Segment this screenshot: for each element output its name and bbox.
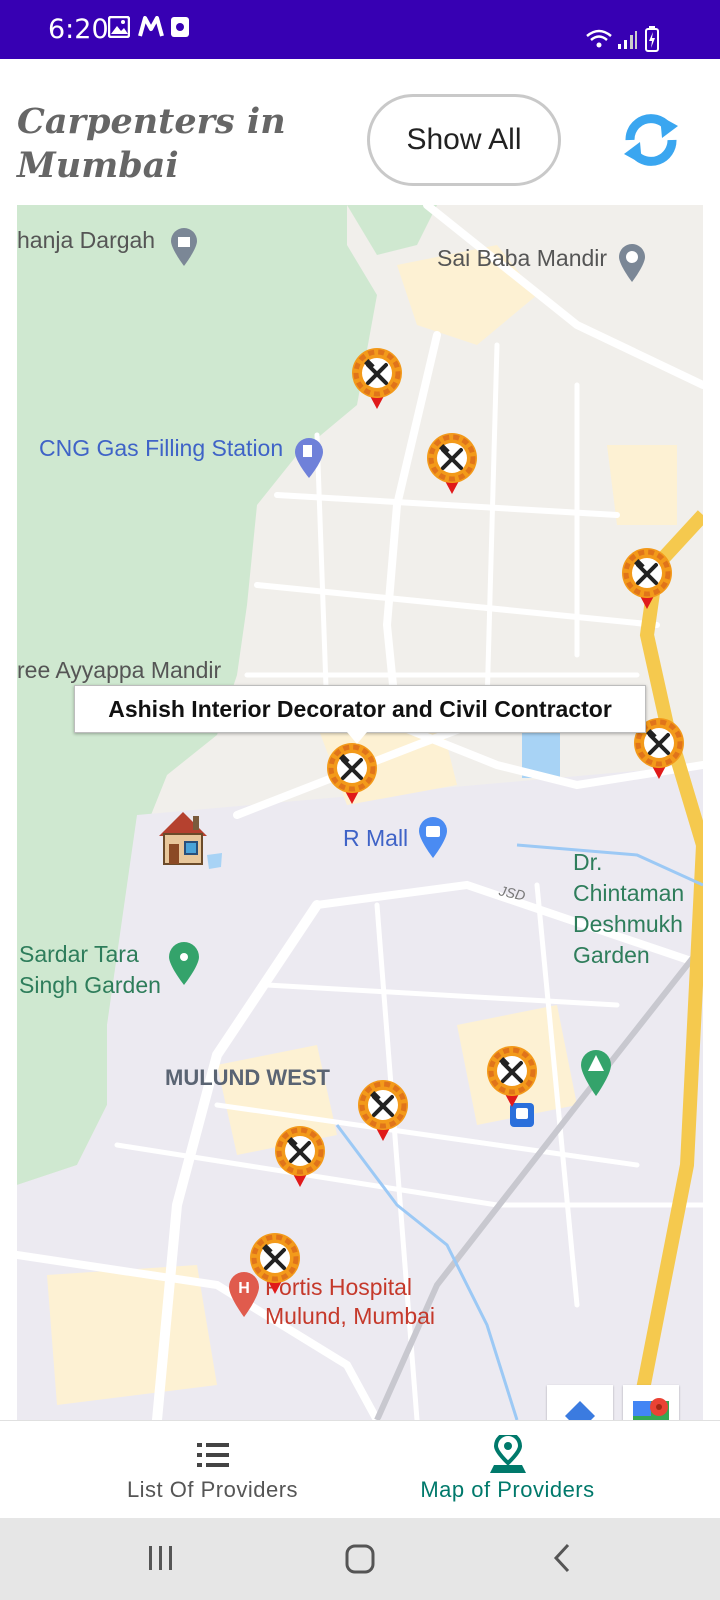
- carpenter-marker-icon[interactable]: [422, 430, 482, 496]
- map-toolbar: [547, 1385, 697, 1420]
- carpenter-marker-icon[interactable]: [270, 1123, 330, 1189]
- carpenter-marker-icon[interactable]: [245, 1230, 305, 1296]
- page-title: Carpenters in Mumbai: [17, 101, 286, 186]
- back-icon[interactable]: [550, 1540, 574, 1576]
- directions-icon: [565, 1401, 595, 1420]
- map-label-sai-baba: Sai Baba Mandir: [437, 245, 608, 271]
- map-label-sardar-garden: Sardar Tara Singh Garden: [19, 941, 161, 998]
- status-time: 6:20: [48, 14, 109, 45]
- refresh-icon[interactable]: [620, 110, 682, 170]
- park-pin-icon: [169, 942, 199, 985]
- gallery-icon: [108, 16, 130, 38]
- home-icon[interactable]: [344, 1540, 376, 1576]
- tab-list-of-providers[interactable]: List Of Providers: [90, 1421, 335, 1519]
- carpenter-marker-icon[interactable]: [482, 1043, 542, 1109]
- carpenter-marker-icon[interactable]: [322, 740, 382, 806]
- tab-map-of-providers[interactable]: Map of Providers: [385, 1421, 630, 1519]
- tab-map-label: Map of Providers: [420, 1477, 595, 1502]
- map-label-cng: CNG Gas Filling Station: [39, 435, 284, 461]
- bottom-navigation: List Of Providers Map of Providers: [0, 1420, 720, 1519]
- system-navigation-bar: [0, 1518, 720, 1600]
- gas-station-pin-icon: [295, 438, 323, 478]
- notification-app-icon: [171, 17, 189, 37]
- map-label-dargah: hanja Dargah: [17, 227, 156, 253]
- map-pin-icon: [489, 1435, 526, 1473]
- shopping-pin-icon: [419, 817, 447, 858]
- carpenter-marker-icon[interactable]: [347, 345, 407, 411]
- map-label-chintaman-garden: Dr. Chintaman Deshmukh Garden: [573, 849, 685, 968]
- show-all-button[interactable]: Show All: [367, 94, 561, 186]
- m-app-icon: [138, 16, 164, 37]
- map-label-r-mall: R Mall: [343, 825, 409, 851]
- open-in-maps-button[interactable]: [623, 1385, 679, 1420]
- tree-pin-icon: [581, 1050, 611, 1096]
- signal-icon: [618, 31, 637, 49]
- status-bar: 6:20: [0, 0, 720, 59]
- carpenter-marker-icon[interactable]: [353, 1077, 413, 1143]
- provider-info-window[interactable]: Ashish Interior Decorator and Civil Cont…: [74, 685, 646, 744]
- map-label-mulund-west: MULUND WEST: [165, 1065, 330, 1090]
- map-label-ayyappa: ree Ayyappa Mandir: [17, 657, 222, 683]
- directions-button[interactable]: [547, 1385, 613, 1420]
- house-icon[interactable]: [157, 810, 209, 866]
- wifi-icon: [586, 29, 612, 48]
- tab-list-label: List Of Providers: [126, 1477, 299, 1502]
- google-maps-icon: [633, 1398, 669, 1420]
- battery-charging-icon: [645, 26, 659, 52]
- place-of-worship-pin-icon: [171, 228, 197, 266]
- carpenter-marker-icon[interactable]: [617, 545, 677, 611]
- temple-pin-icon: [619, 244, 645, 282]
- list-icon: [196, 1443, 229, 1467]
- recent-apps-icon[interactable]: [146, 1540, 176, 1576]
- map-view[interactable]: hanja Dargah Sai Baba Mandir CNG Gas Fil…: [17, 205, 703, 1420]
